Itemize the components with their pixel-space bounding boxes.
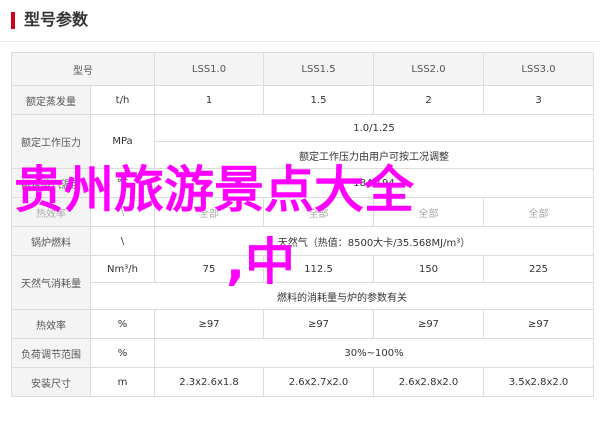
row-unit: ℃: [90, 168, 155, 198]
row-unit: MPa: [90, 114, 155, 169]
table-row: 锅炉燃料 \ 天然气（热值：8500大卡/35.568MJ/m³）: [11, 226, 594, 256]
cell-value: 2.6x2.8x2.0: [373, 367, 484, 397]
table-row: 天然气消耗量 Nm³/h 75 112.5 150 225: [11, 255, 594, 310]
section-header: 型号参数: [0, 0, 600, 42]
row-label: 负荷调节范围: [11, 338, 91, 368]
table-row: 额定工作压力 MPa 1.0/1.25: [11, 114, 594, 169]
cell-value: 天然气（热值：8500大卡/35.568MJ/m³）: [154, 226, 594, 256]
table-row: 安装尺寸 m 2.3x2.6x1.8 2.6x2.7x2.0 2.6x2.8x2…: [11, 367, 594, 397]
row-label: 额定工作压力: [11, 114, 91, 169]
row-label: 天然气消耗量: [11, 255, 91, 310]
cell-value: 全部: [263, 197, 374, 227]
cell-note: 额定工作压力由用户可按工况调整: [154, 141, 594, 169]
cell-value: 3: [483, 85, 594, 115]
row-unit: t/h: [90, 85, 155, 115]
cell-value: 全部: [483, 197, 594, 227]
cell-value: 112.5: [263, 255, 374, 283]
row-label: 热效率: [11, 197, 91, 227]
spec-table: 型号 LSS1.0 LSS1.5 LSS2.0 LSS3.0 额定蒸发量 t/h…: [11, 52, 594, 397]
row-unit: %: [90, 309, 155, 339]
row-unit: \: [90, 226, 155, 256]
cell-value: 150: [373, 255, 484, 283]
cell-value: 30%~100%: [154, 338, 594, 368]
model-lss1-5: LSS1.5: [263, 52, 374, 86]
cell-value: 1: [154, 85, 264, 115]
row-unit: Nm³/h: [90, 255, 155, 283]
cell-value: 1.5: [263, 85, 374, 115]
table-row: 额定蒸发量 t/h 1 1.5 2 3: [11, 85, 594, 115]
model-label: 型号: [11, 52, 155, 86]
header-accent-bar: [11, 12, 15, 29]
cell-value: ≥97: [263, 309, 374, 339]
cell-value: 225: [483, 255, 594, 283]
cell-value: 3.5x2.8x2.0: [483, 367, 594, 397]
row-unit: m: [90, 367, 155, 397]
cell-value: 75: [154, 255, 264, 283]
row-label: 额定蒸汽温度: [11, 168, 91, 198]
row-label: 安装尺寸: [11, 367, 91, 397]
row-unit: %: [90, 338, 155, 368]
cell-value: 2.6x2.7x2.0: [263, 367, 374, 397]
header-divider: [0, 41, 600, 42]
table-row: 额定蒸汽温度 ℃ 184/194: [11, 168, 594, 198]
row-unit: \: [90, 197, 155, 227]
cell-value: ≥97: [154, 309, 264, 339]
row-label: 锅炉燃料: [11, 226, 91, 256]
table-row: 负荷调节范围 % 30%~100%: [11, 338, 594, 368]
table-row: 燃料的消耗量与炉的参数有关: [12, 282, 594, 310]
cell-value: 全部: [154, 197, 264, 227]
cell-value: 2: [373, 85, 484, 115]
cell-value: ≥97: [483, 309, 594, 339]
row-label: 热效率: [11, 309, 91, 339]
cell-value: 全部: [373, 197, 484, 227]
cell-value: 1.0/1.25: [154, 114, 594, 142]
cell-value: 184/194: [154, 168, 594, 198]
cell-note: 燃料的消耗量与炉的参数有关: [90, 282, 594, 310]
table-row: 热效率 % ≥97 ≥97 ≥97 ≥97: [11, 309, 594, 339]
model-lss2-0: LSS2.0: [373, 52, 484, 86]
row-label: 额定蒸发量: [11, 85, 91, 115]
model-lss3-0: LSS3.0: [483, 52, 594, 86]
table-row: 热效率 \ 全部 全部 全部 全部: [11, 197, 594, 227]
model-lss1-0: LSS1.0: [154, 52, 264, 86]
cell-value: 2.3x2.6x1.8: [154, 367, 264, 397]
section-title: 型号参数: [24, 10, 89, 29]
cell-value: ≥97: [373, 309, 484, 339]
table-header-row: 型号 LSS1.0 LSS1.5 LSS2.0 LSS3.0: [11, 52, 594, 86]
